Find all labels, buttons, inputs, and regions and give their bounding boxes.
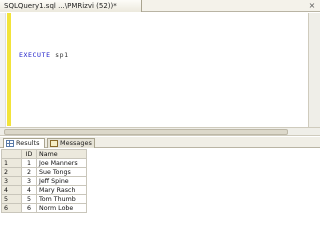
table-row[interactable]: 4 4 Mary Rasch xyxy=(1,185,87,195)
cell-name[interactable]: Norm Lobe xyxy=(36,203,87,213)
row-number[interactable]: 6 xyxy=(1,203,22,213)
cell-name[interactable]: Tom Thumb xyxy=(36,194,87,204)
results-table: ID Name 1 1 Joe Manners 2 2 Sue Tongs 3 … xyxy=(1,149,87,213)
editor-gutter xyxy=(0,13,6,127)
header-row: ID Name xyxy=(1,149,87,159)
column-header-name[interactable]: Name xyxy=(36,149,87,159)
cell-id[interactable]: 4 xyxy=(21,185,37,195)
editor-horizontal-scrollbar[interactable] xyxy=(0,127,320,136)
table-row[interactable]: 3 3 Jeff Spine xyxy=(1,176,87,186)
editor-vertical-scrollbar[interactable] xyxy=(308,13,320,127)
document-tab-title: SQLQuery1.sql ...\PMRizvi (52))* xyxy=(4,2,117,10)
cell-name[interactable]: Mary Rasch xyxy=(36,185,87,195)
tab-results[interactable]: Results xyxy=(3,138,45,148)
cell-name[interactable]: Sue Tongs xyxy=(36,167,87,177)
cell-id[interactable]: 5 xyxy=(21,194,37,204)
cell-id[interactable]: 3 xyxy=(21,176,37,186)
document-tab[interactable]: SQLQuery1.sql ...\PMRizvi (52))* xyxy=(0,0,142,12)
row-number[interactable]: 4 xyxy=(1,185,22,195)
change-tracking-bar xyxy=(7,13,11,126)
grid-corner[interactable] xyxy=(1,149,22,159)
tab-messages[interactable]: Messages xyxy=(47,138,95,148)
row-number[interactable]: 2 xyxy=(1,167,22,177)
table-row[interactable]: 5 5 Tom Thumb xyxy=(1,194,87,204)
grid-icon xyxy=(6,140,14,147)
row-number[interactable]: 5 xyxy=(1,194,22,204)
row-number[interactable]: 1 xyxy=(1,158,22,168)
cell-id[interactable]: 1 xyxy=(21,158,37,168)
cell-name[interactable]: Jeff Spine xyxy=(36,176,87,186)
row-number[interactable]: 3 xyxy=(1,176,22,186)
close-document-icon[interactable]: × xyxy=(307,0,317,12)
results-tab-strip: Results Messages xyxy=(0,137,320,148)
cell-name[interactable]: Joe Manners xyxy=(36,158,87,168)
column-header-id[interactable]: ID xyxy=(21,149,37,159)
code-line: EXECUTE sp1 xyxy=(19,51,69,59)
sql-argument: sp1 xyxy=(55,51,69,59)
cell-id[interactable]: 2 xyxy=(21,167,37,177)
sql-keyword: EXECUTE xyxy=(19,51,51,59)
table-row[interactable]: 1 1 Joe Manners xyxy=(1,158,87,168)
message-icon xyxy=(50,140,58,147)
query-editor[interactable]: EXECUTE sp1 xyxy=(0,13,308,127)
table-row[interactable]: 2 2 Sue Tongs xyxy=(1,167,87,177)
tab-messages-label: Messages xyxy=(60,139,92,147)
results-grid[interactable]: ID Name 1 1 Joe Manners 2 2 Sue Tongs 3 … xyxy=(0,148,320,250)
cell-id[interactable]: 6 xyxy=(21,203,37,213)
tab-results-label: Results xyxy=(16,139,40,147)
horizontal-scroll-thumb[interactable] xyxy=(4,129,288,135)
document-tab-strip: SQLQuery1.sql ...\PMRizvi (52))* × xyxy=(0,0,320,12)
table-row[interactable]: 6 6 Norm Lobe xyxy=(1,203,87,213)
